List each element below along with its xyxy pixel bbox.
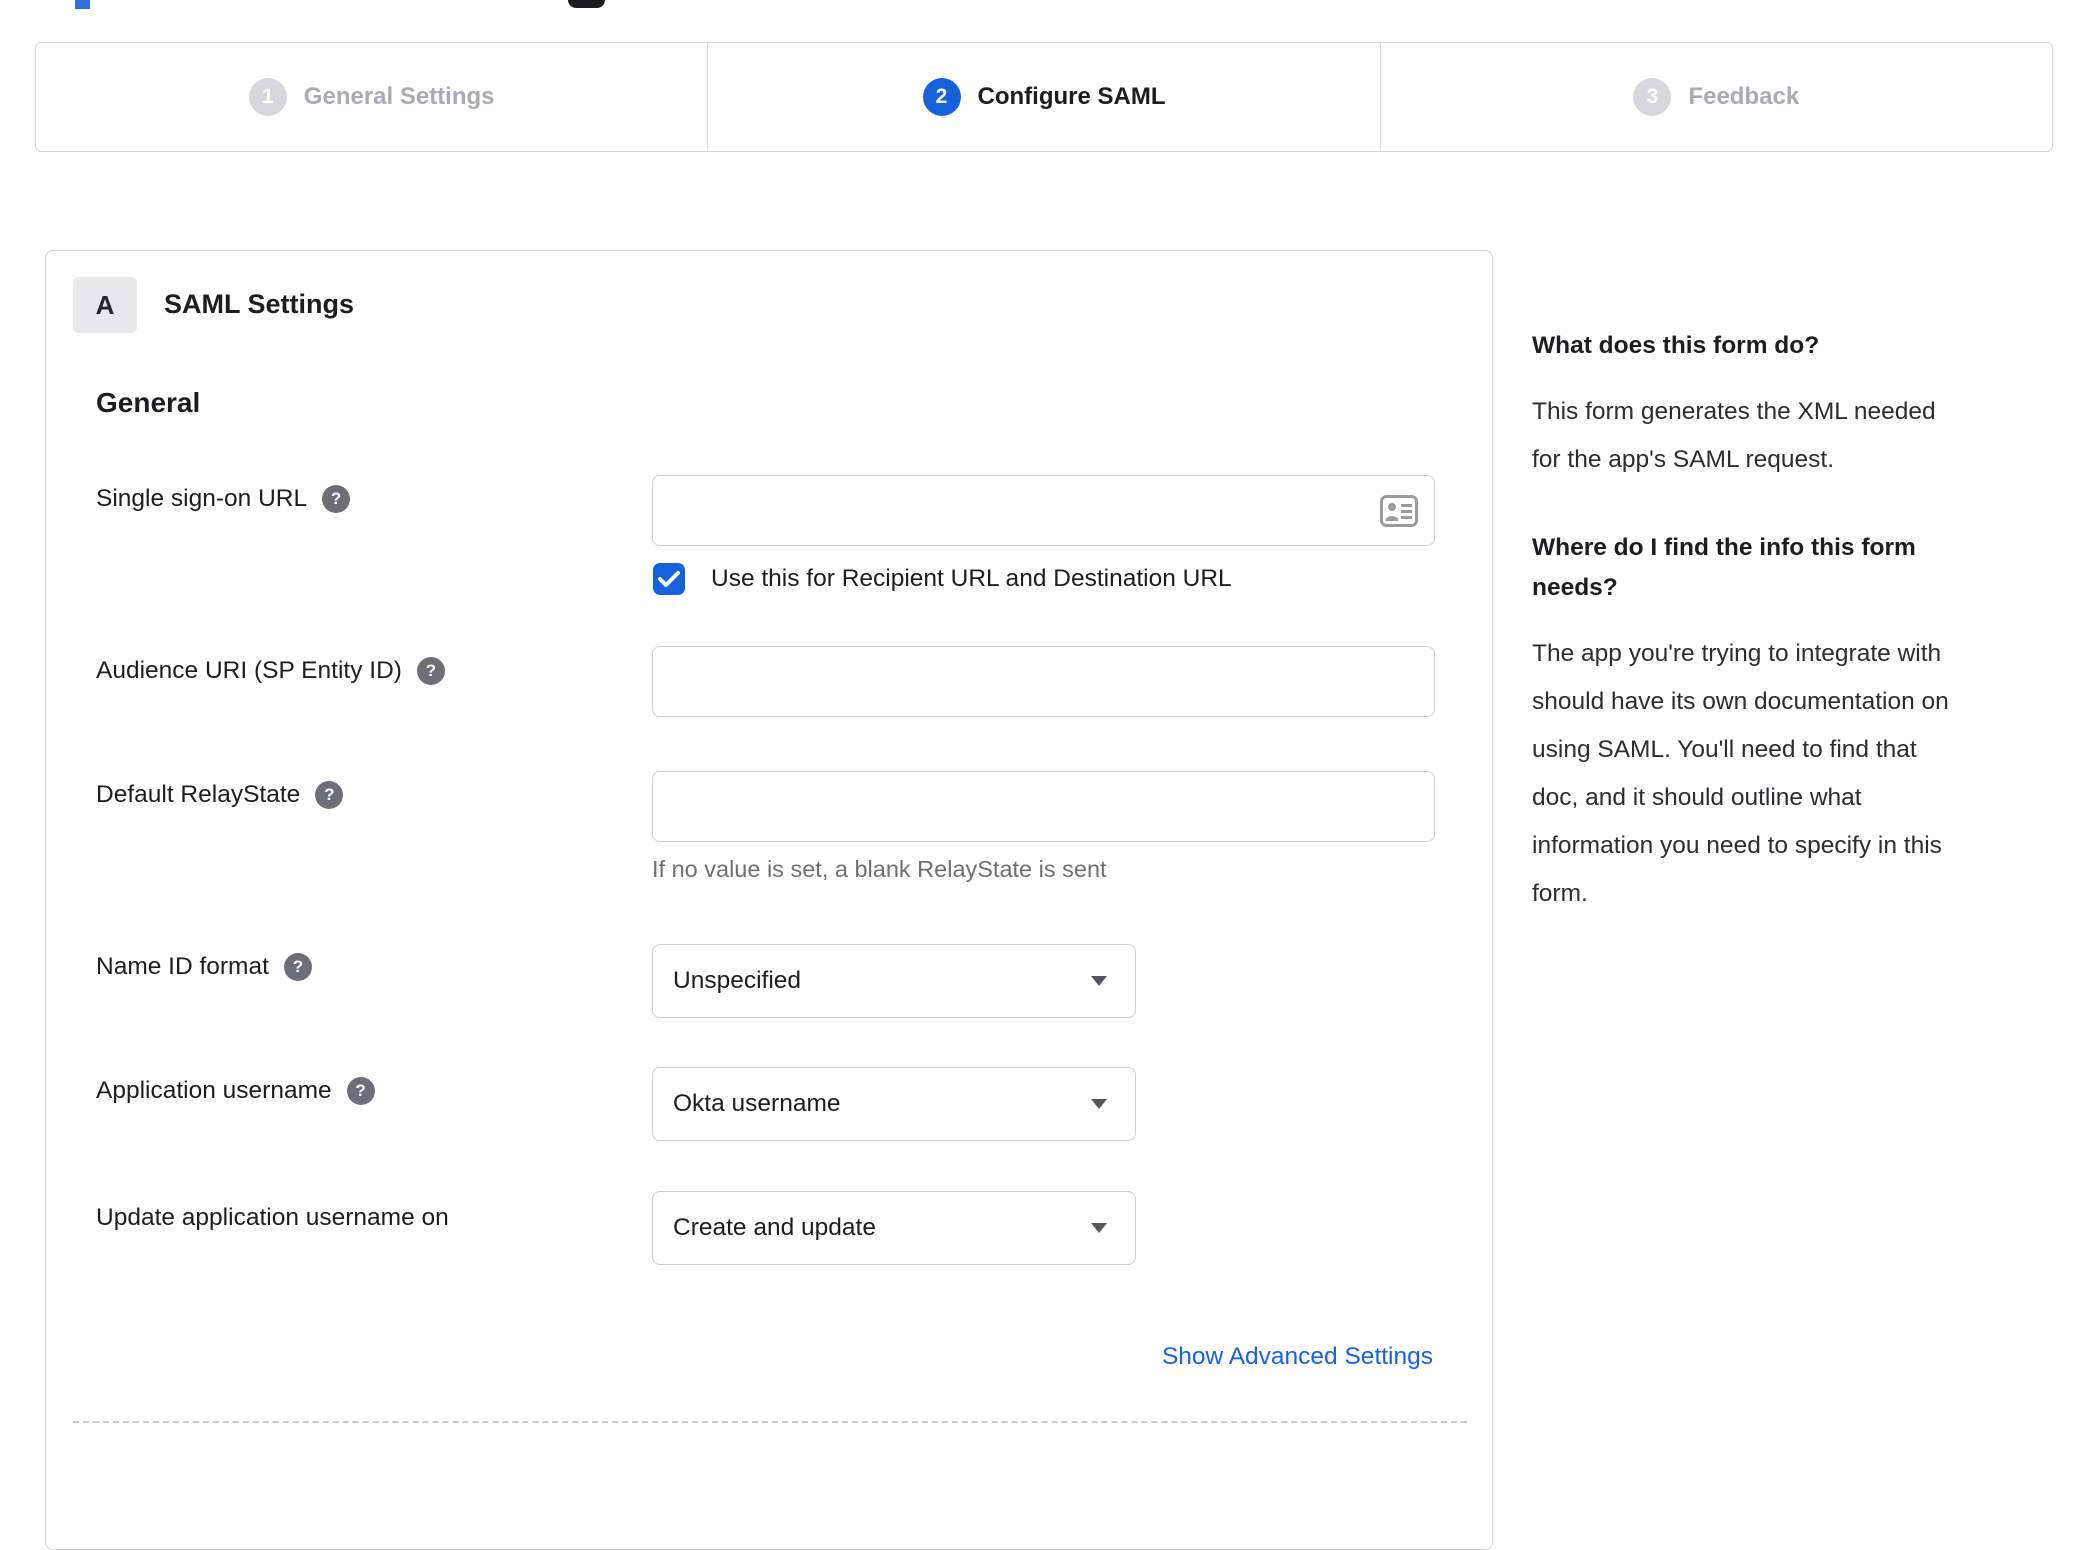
step-configure-saml[interactable]: 2 Configure SAML bbox=[707, 43, 1379, 151]
cutoff-dark-fragment bbox=[568, 0, 605, 8]
update-app-username-label: Update application username on bbox=[96, 1201, 449, 1235]
step-number-badge: 3 bbox=[1633, 78, 1672, 116]
help-heading: Where do I find the info this form needs… bbox=[1532, 534, 1916, 601]
relaystate-hint: If no value is set, a blank RelayState i… bbox=[652, 856, 1107, 882]
step-feedback[interactable]: 3 Feedback bbox=[1379, 43, 2052, 151]
update-app-username-select[interactable]: Create and update bbox=[652, 1191, 1136, 1265]
default-relaystate-label: Default RelayState ? bbox=[96, 778, 344, 812]
help-section-where: Where do I find the info this form needs… bbox=[1532, 528, 2092, 918]
section-dashed-divider bbox=[73, 1421, 1467, 1423]
help-section-what: What does this form do? This form genera… bbox=[1532, 326, 2092, 484]
help-body: This form generates the XML needed for t… bbox=[1532, 398, 1936, 473]
step-general-settings[interactable]: 1 General Settings bbox=[36, 43, 707, 151]
select-value: Unspecified bbox=[673, 967, 802, 994]
help-icon[interactable]: ? bbox=[283, 953, 312, 981]
application-username-label: Application username ? bbox=[96, 1074, 375, 1108]
step-label: Feedback bbox=[1688, 83, 1800, 110]
help-heading: What does this form do? bbox=[1532, 332, 1820, 359]
cutoff-blue-fragment bbox=[75, 0, 90, 9]
application-username-select[interactable]: Okta username bbox=[652, 1067, 1136, 1141]
audience-uri-input[interactable] bbox=[652, 646, 1435, 717]
name-id-format-select[interactable]: Unspecified bbox=[652, 944, 1136, 1018]
field-label-text: Update application username on bbox=[96, 1204, 449, 1231]
sso-url-label: Single sign-on URL ? bbox=[96, 482, 351, 516]
help-icon[interactable]: ? bbox=[346, 1077, 375, 1105]
field-label-text: Single sign-on URL bbox=[96, 485, 308, 512]
default-relaystate-input[interactable] bbox=[652, 771, 1435, 842]
field-label-text: Name ID format bbox=[96, 953, 269, 980]
recipient-destination-checkbox[interactable] bbox=[653, 563, 685, 595]
step-label: General Settings bbox=[303, 83, 495, 110]
section-a-badge: A bbox=[73, 277, 137, 333]
recipient-destination-checkbox-label[interactable]: Use this for Recipient URL and Destinati… bbox=[711, 563, 1232, 595]
dropdown-caret-icon bbox=[1091, 976, 1107, 986]
sso-url-input[interactable] bbox=[652, 475, 1435, 546]
audience-uri-label: Audience URI (SP Entity ID) ? bbox=[96, 654, 445, 688]
select-value: Okta username bbox=[673, 1090, 841, 1117]
field-label-text: Audience URI (SP Entity ID) bbox=[96, 657, 402, 684]
field-label-text: Default RelayState bbox=[96, 781, 301, 808]
saml-settings-panel: A SAML Settings General Single sign-on U… bbox=[45, 250, 1493, 1550]
contact-card-icon[interactable] bbox=[1380, 495, 1418, 527]
help-icon[interactable]: ? bbox=[416, 657, 445, 685]
step-number-badge: 1 bbox=[248, 78, 287, 116]
field-label-text: Application username bbox=[96, 1077, 332, 1104]
select-value: Create and update bbox=[673, 1214, 876, 1241]
wizard-stepper: 1 General Settings 2 Configure SAML 3 Fe… bbox=[35, 42, 2053, 152]
checkmark-icon bbox=[658, 571, 680, 587]
dropdown-caret-icon bbox=[1091, 1099, 1107, 1109]
group-title-general: General bbox=[96, 387, 201, 418]
help-icon[interactable]: ? bbox=[315, 781, 344, 809]
help-body: The app you're trying to integrate with … bbox=[1532, 640, 1949, 907]
name-id-format-label: Name ID format ? bbox=[96, 950, 312, 984]
section-title: SAML Settings bbox=[164, 289, 355, 319]
show-advanced-settings-link[interactable]: Show Advanced Settings bbox=[1162, 1343, 1433, 1371]
step-number-badge: 2 bbox=[922, 78, 961, 116]
help-icon[interactable]: ? bbox=[322, 485, 351, 513]
help-sidebar: What does this form do? This form genera… bbox=[1532, 326, 2092, 918]
dropdown-caret-icon bbox=[1091, 1223, 1107, 1233]
step-label: Configure SAML bbox=[977, 83, 1166, 110]
